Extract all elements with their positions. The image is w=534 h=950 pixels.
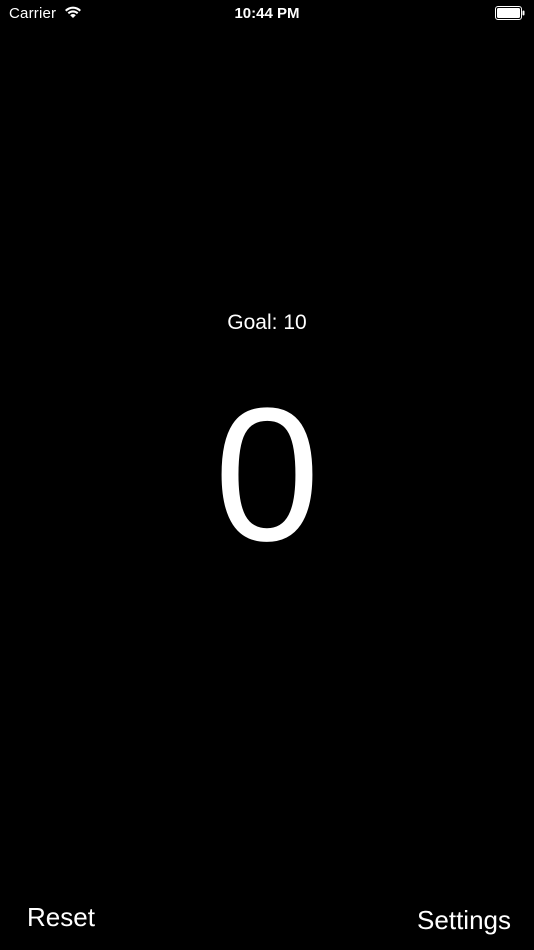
goal-label: Goal: 10	[227, 311, 307, 334]
settings-button[interactable]: Settings	[417, 904, 511, 936]
status-time: 10:44 PM	[234, 5, 300, 22]
status-bar: Carrier 10:44 PM	[0, 0, 534, 30]
counter-value[interactable]: 0	[0, 375, 534, 575]
battery-icon	[495, 6, 525, 20]
reset-button[interactable]: Reset	[27, 901, 95, 933]
